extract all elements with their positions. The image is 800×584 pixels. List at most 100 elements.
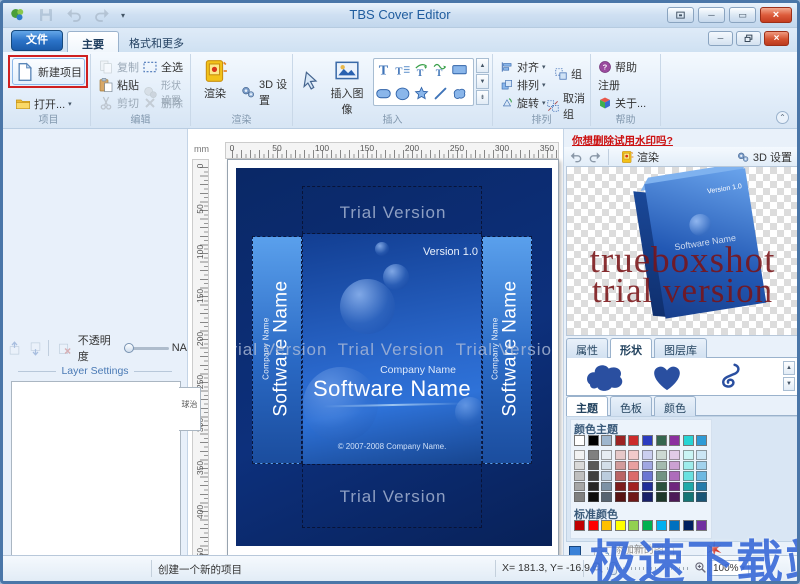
tab-layer-library[interactable]: 图层库 [654, 338, 707, 358]
blob-shape[interactable] [581, 362, 629, 392]
preview-3d-settings-button[interactable]: 3D 设置 [753, 149, 792, 165]
theme-shade-swatch[interactable] [628, 492, 639, 502]
theme-shade-swatch[interactable] [601, 471, 612, 481]
theme-color-swatch[interactable] [574, 435, 585, 446]
select-cursor-tool[interactable] [297, 66, 323, 96]
theme-shade-swatch[interactable] [669, 482, 680, 492]
theme-shade-swatch[interactable] [642, 461, 653, 471]
cover-bottom-band[interactable]: Trial Version [302, 464, 482, 528]
freeform-tool-icon[interactable] [450, 83, 469, 104]
zoom-slider-thumb[interactable] [609, 562, 617, 575]
theme-color-swatch[interactable] [615, 435, 626, 446]
file-menu-button[interactable]: 文件 [11, 30, 63, 51]
theme-color-swatch[interactable] [601, 435, 612, 446]
mdi-minimize-button[interactable]: ─ [708, 31, 733, 46]
theme-shade-swatch[interactable] [696, 461, 707, 471]
zoom-dropdown-icon[interactable]: ▾ [741, 564, 745, 572]
select-all-button[interactable]: 全选 [139, 57, 186, 77]
standard-color-swatch[interactable] [656, 520, 667, 531]
3d-settings-button[interactable]: 3D 设置 [237, 74, 292, 110]
layer-list[interactable] [11, 381, 181, 557]
theme-shade-swatch[interactable] [574, 482, 585, 492]
theme-shade-swatch[interactable] [669, 461, 680, 471]
standard-color-swatch[interactable] [696, 520, 707, 531]
theme-shade-swatch[interactable] [628, 471, 639, 481]
theme-shade-swatch[interactable] [615, 471, 626, 481]
theme-shade-swatch[interactable] [588, 482, 599, 492]
theme-shade-swatch[interactable] [601, 450, 612, 460]
standard-color-swatch[interactable] [574, 520, 585, 531]
about-button[interactable]: 关于... [595, 93, 649, 113]
layer-up-button[interactable] [6, 339, 24, 357]
render-small-icon[interactable] [620, 150, 634, 164]
opacity-slider[interactable] [124, 347, 169, 350]
standard-color-swatch[interactable] [588, 520, 599, 531]
theme-shade-swatch[interactable] [642, 471, 653, 481]
gallery-more-icon[interactable]: ⇟ [476, 90, 489, 105]
paste-button[interactable]: 粘贴 [95, 75, 142, 95]
close-button[interactable]: × [760, 7, 792, 23]
remove-watermark-link[interactable]: 你想删除试用水印吗? [572, 133, 673, 148]
theme-shade-swatch[interactable] [574, 492, 585, 502]
theme-shade-swatch[interactable] [656, 492, 667, 502]
theme-shade-swatch[interactable] [696, 450, 707, 460]
tab-palette[interactable]: 色板 [610, 396, 652, 416]
collapse-ribbon-icon[interactable]: ⌃ [776, 111, 789, 124]
render-button[interactable]: 渲染 [197, 56, 233, 110]
tab-theme[interactable]: 主题 [566, 396, 608, 416]
ribbon-shape[interactable] [705, 362, 753, 392]
gallery-up-icon[interactable]: ▲ [476, 58, 489, 73]
tab-main[interactable]: 主要 [67, 31, 119, 52]
theme-shade-swatch[interactable] [683, 471, 694, 481]
document-page[interactable]: Trial Version Version 1.0 Company Name S… [227, 159, 559, 555]
insert-image-button[interactable]: 插入图像 [323, 56, 371, 110]
theme-shade-swatch[interactable] [601, 492, 612, 502]
minimize-button[interactable]: ─ [698, 7, 725, 23]
layer-down-button[interactable] [27, 339, 45, 357]
help-button[interactable]: ?帮助 [595, 57, 640, 77]
theme-color-swatch[interactable] [642, 435, 653, 446]
theme-shade-swatch[interactable] [628, 461, 639, 471]
standard-color-swatch[interactable] [601, 520, 612, 531]
rectangle-tool-icon[interactable] [450, 59, 469, 80]
heart-shape[interactable] [643, 362, 691, 392]
theme-shade-swatch[interactable] [669, 471, 680, 481]
maximize-button[interactable]: ▭ [729, 7, 756, 23]
theme-shade-swatch[interactable] [642, 482, 653, 492]
standard-color-swatch[interactable] [669, 520, 680, 531]
theme-shade-swatch[interactable] [588, 492, 599, 502]
zoom-out-icon[interactable] [591, 561, 604, 574]
standard-color-swatch[interactable] [628, 520, 639, 531]
theme-color-swatch[interactable] [683, 435, 694, 446]
theme-shade-swatch[interactable] [574, 471, 585, 481]
preview-render-button[interactable]: 渲染 [637, 149, 659, 165]
tab-shapes[interactable]: 形状 [610, 338, 652, 358]
zoom-in-icon[interactable] [694, 561, 707, 574]
cover-design[interactable]: Trial Version Version 1.0 Company Name S… [236, 168, 552, 546]
mdi-restore-button[interactable] [736, 31, 761, 46]
standard-color-swatch[interactable] [615, 520, 626, 531]
theme-shade-swatch[interactable] [601, 461, 612, 471]
theme-shade-swatch[interactable] [656, 482, 667, 492]
theme-shade-swatch[interactable] [696, 482, 707, 492]
theme-shade-swatch[interactable] [642, 450, 653, 460]
align-button[interactable]: 对齐▾ [497, 57, 549, 77]
theme-shade-swatch[interactable] [601, 482, 612, 492]
theme-shade-swatch[interactable] [669, 492, 680, 502]
theme-shade-swatch[interactable] [696, 492, 707, 502]
layer-side-tab[interactable]: 球治 [179, 387, 201, 431]
theme-shade-swatch[interactable] [574, 450, 585, 460]
star-tool-icon[interactable] [412, 83, 431, 104]
3d-preview[interactable]: Version 1.0 Software Name trueboxshot tr… [566, 166, 799, 336]
theme-shade-swatch[interactable] [656, 461, 667, 471]
theme-shade-swatch[interactable] [628, 482, 639, 492]
theme-shade-swatch[interactable] [615, 461, 626, 471]
copy-button[interactable]: 复制 [95, 57, 142, 77]
theme-shade-swatch[interactable] [683, 461, 694, 471]
standard-color-swatch[interactable] [642, 520, 653, 531]
theme-shade-swatch[interactable] [656, 450, 667, 460]
register-button[interactable]: 注册 [595, 75, 623, 95]
gears-small-icon[interactable] [736, 150, 750, 164]
rotate-button[interactable]: 旋转▾ [497, 93, 549, 113]
tab-properties[interactable]: 属性 [566, 338, 608, 358]
